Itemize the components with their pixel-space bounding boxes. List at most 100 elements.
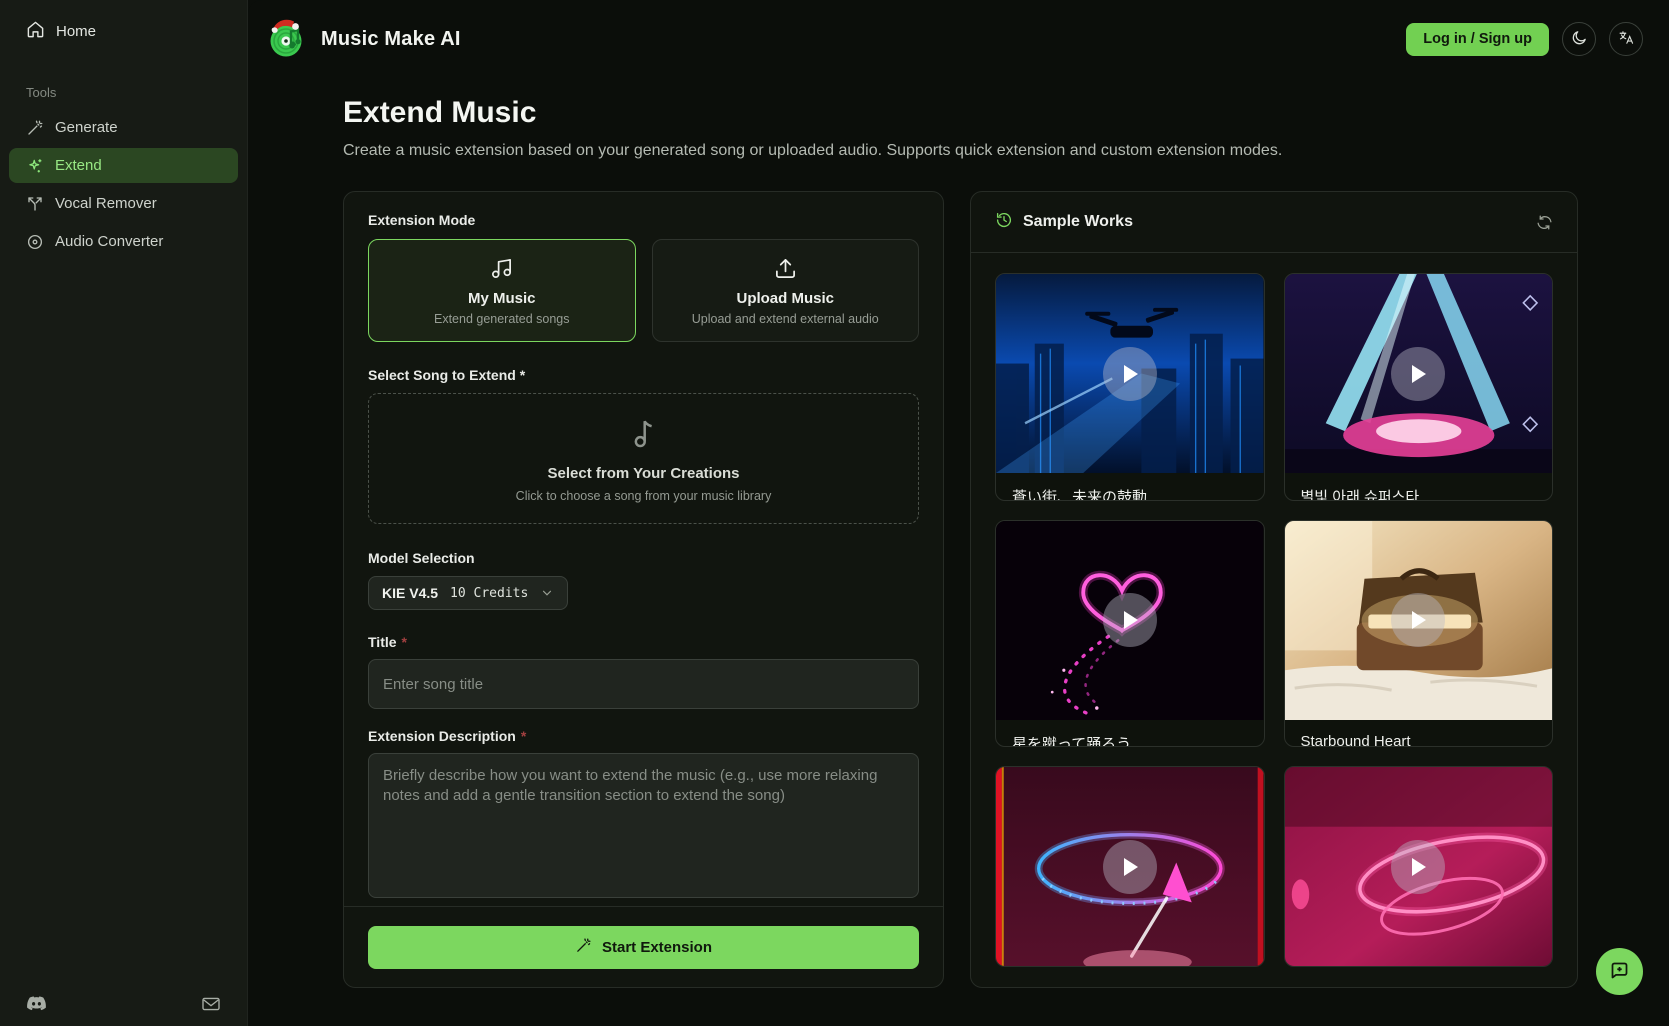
sparkles-icon bbox=[26, 157, 44, 175]
sample-thumbnail-neon-heart bbox=[996, 521, 1264, 720]
music-notes-icon bbox=[379, 257, 625, 280]
app-title: Music Make AI bbox=[321, 28, 461, 51]
play-button[interactable] bbox=[1391, 840, 1445, 894]
login-signup-button[interactable]: Log in / Sign up bbox=[1406, 23, 1549, 56]
sidebar-item-label: Extend bbox=[55, 157, 102, 174]
sample-card[interactable]: Starbound Heart 3:15 bbox=[1284, 520, 1554, 748]
sample-card[interactable]: 별빛 아래 슈퍼스타 2:28 bbox=[1284, 273, 1554, 501]
model-selection-label: Model Selection bbox=[368, 550, 919, 566]
chat-plus-icon bbox=[1609, 960, 1630, 984]
sidebar-nav: Generate Extend Vocal Remover Audio Conv… bbox=[0, 110, 247, 259]
sample-title: 蒼い街、未来の鼓動 bbox=[1012, 486, 1248, 501]
sample-works-header: Sample Works bbox=[971, 192, 1577, 253]
sample-card[interactable]: 星を蹴って踊ろう 3:26 bbox=[995, 520, 1265, 748]
song-title-input[interactable] bbox=[368, 659, 919, 709]
sample-info: 蒼い街、未来の鼓動 3:43 bbox=[996, 473, 1264, 501]
sidebar-item-audio-converter[interactable]: Audio Converter bbox=[9, 224, 238, 259]
translate-icon bbox=[1618, 29, 1635, 49]
mode-subtitle: Upload and extend external audio bbox=[663, 312, 909, 326]
select-song-subtitle: Click to choose a song from your music l… bbox=[516, 489, 772, 503]
sidebar-item-extend[interactable]: Extend bbox=[9, 148, 238, 183]
sample-works-panel: Sample Works bbox=[970, 191, 1578, 988]
sample-works-grid: 蒼い街、未来の鼓動 3:43 bbox=[971, 253, 1577, 987]
play-button[interactable] bbox=[1391, 593, 1445, 647]
discord-icon[interactable] bbox=[26, 996, 47, 1012]
sample-thumbnail-neon-rings bbox=[1285, 767, 1553, 966]
start-extension-button[interactable]: Start Extension bbox=[368, 926, 919, 969]
sidebar: Home Tools Generate Extend Vocal Remov bbox=[0, 0, 248, 1026]
select-song-title: Select from Your Creations bbox=[548, 465, 740, 482]
app-root: Home Tools Generate Extend Vocal Remov bbox=[0, 0, 1669, 1026]
sample-card[interactable]: 蒼い街、未来の鼓動 3:43 bbox=[995, 273, 1265, 501]
play-button[interactable] bbox=[1103, 347, 1157, 401]
music-note-icon bbox=[627, 415, 661, 456]
sidebar-item-label: Generate bbox=[55, 119, 118, 136]
top-actions: Log in / Sign up bbox=[1406, 22, 1643, 56]
mode-subtitle: Extend generated songs bbox=[379, 312, 625, 326]
wand-icon bbox=[26, 119, 44, 137]
mail-icon[interactable] bbox=[201, 996, 221, 1012]
model-select-dropdown[interactable]: KIE V4.5 10 Credits bbox=[368, 576, 568, 610]
sidebar-footer bbox=[0, 996, 247, 1012]
title-label: Title* bbox=[368, 634, 919, 650]
upload-icon bbox=[663, 257, 909, 280]
sample-info: 별빛 아래 슈퍼스타 2:28 bbox=[1285, 473, 1553, 501]
sidebar-item-vocal-remover[interactable]: Vocal Remover bbox=[9, 186, 238, 221]
extension-description-textarea[interactable] bbox=[368, 753, 919, 898]
mode-title: Upload Music bbox=[663, 290, 909, 307]
page-subtitle: Create a music extension based on your g… bbox=[343, 142, 1578, 160]
main-area: Music Make AI Log in / Sign up Extend Mu… bbox=[248, 0, 1669, 1026]
select-song-label: Select Song to Extend * bbox=[368, 367, 919, 383]
sample-works-title: Sample Works bbox=[1023, 213, 1133, 231]
play-button[interactable] bbox=[1103, 840, 1157, 894]
moon-icon bbox=[1571, 29, 1588, 49]
sidebar-item-label: Audio Converter bbox=[55, 233, 163, 250]
history-clock-icon bbox=[995, 211, 1013, 234]
required-asterisk: * bbox=[521, 728, 526, 744]
top-bar: Music Make AI Log in / Sign up bbox=[248, 0, 1669, 78]
sample-card[interactable] bbox=[1284, 766, 1554, 967]
mode-option-my-music[interactable]: My Music Extend generated songs bbox=[368, 239, 636, 342]
mode-title: My Music bbox=[379, 290, 625, 307]
page-content: Extend Music Create a music extension ba… bbox=[248, 78, 1669, 988]
theme-toggle-button[interactable] bbox=[1562, 22, 1596, 56]
app-logo-icon bbox=[266, 14, 312, 65]
required-asterisk: * bbox=[402, 634, 407, 650]
split-icon bbox=[26, 195, 44, 213]
sidebar-item-generate[interactable]: Generate bbox=[9, 110, 238, 145]
feedback-chat-button[interactable] bbox=[1596, 948, 1643, 995]
form-scroll-area[interactable]: Extension Mode My Music Extend generated… bbox=[344, 192, 943, 906]
select-song-dropzone[interactable]: Select from Your Creations Click to choo… bbox=[368, 393, 919, 524]
start-extension-label: Start Extension bbox=[602, 939, 712, 956]
sample-title: Starbound Heart bbox=[1301, 733, 1537, 748]
sample-thumbnail-drone-city bbox=[996, 274, 1264, 473]
page-title: Extend Music bbox=[343, 96, 1578, 130]
play-button[interactable] bbox=[1391, 347, 1445, 401]
sample-thumbnail-neon-ring-rocket bbox=[996, 767, 1264, 966]
disc-icon bbox=[26, 233, 44, 251]
extend-form-card: Extension Mode My Music Extend generated… bbox=[343, 191, 944, 988]
model-credits: 10 Credits bbox=[450, 586, 528, 601]
form-footer: Start Extension bbox=[344, 906, 943, 987]
model-name: KIE V4.5 bbox=[382, 585, 438, 601]
sample-thumbnail-suitcase bbox=[1285, 521, 1553, 720]
columns: Extension Mode My Music Extend generated… bbox=[343, 191, 1578, 988]
sample-info: 星を蹴って踊ろう 3:26 bbox=[996, 720, 1264, 748]
home-icon bbox=[26, 20, 45, 43]
sample-card[interactable] bbox=[995, 766, 1265, 967]
description-label: Extension Description* bbox=[368, 728, 919, 744]
mode-option-upload-music[interactable]: Upload Music Upload and extend external … bbox=[652, 239, 920, 342]
sidebar-item-home[interactable]: Home bbox=[0, 0, 247, 43]
language-toggle-button[interactable] bbox=[1609, 22, 1643, 56]
sample-title: 별빛 아래 슈퍼스타 bbox=[1301, 486, 1537, 501]
sidebar-home-label: Home bbox=[56, 23, 96, 40]
sidebar-item-label: Vocal Remover bbox=[55, 195, 157, 212]
play-button[interactable] bbox=[1103, 593, 1157, 647]
sample-title: 星を蹴って踊ろう bbox=[1012, 733, 1248, 748]
extension-mode-options: My Music Extend generated songs Upload M… bbox=[368, 239, 919, 342]
refresh-icon[interactable] bbox=[1536, 214, 1553, 231]
extension-mode-label: Extension Mode bbox=[368, 212, 919, 228]
sample-thumbnail-stage-lights bbox=[1285, 274, 1553, 473]
sidebar-section-tools: Tools bbox=[0, 43, 247, 110]
brand[interactable]: Music Make AI bbox=[266, 14, 461, 65]
